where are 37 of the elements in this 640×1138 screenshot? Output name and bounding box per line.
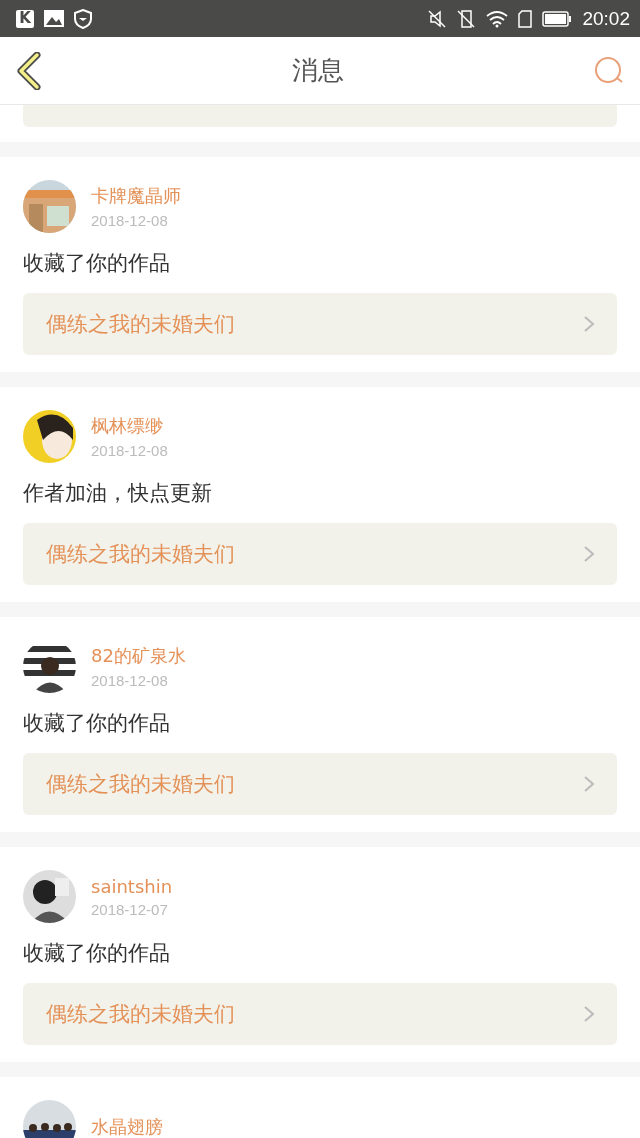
message-date: 2018-12-08	[91, 212, 169, 229]
wifi-icon	[486, 9, 509, 28]
work-title: 偶练之我的未婚夫们	[46, 311, 235, 338]
image-icon	[44, 10, 64, 27]
shield-icon	[74, 8, 92, 29]
user-name[interactable]: 82的矿泉水	[91, 644, 186, 668]
message-date: 2018-12-08	[91, 442, 168, 459]
chevron-right-icon	[583, 545, 595, 563]
work-link[interactable]: 偶练之我的未婚夫们	[23, 293, 617, 355]
message-date: 2018-12-07	[91, 900, 169, 918]
work-title: 偶练之我的未婚夫们	[46, 1001, 235, 1028]
app-notification-icon: K	[16, 9, 34, 28]
user-name[interactable]: 卡牌魔晶师	[91, 184, 181, 208]
work-link[interactable]: 偶练之我的未婚夫们	[23, 753, 617, 815]
vibrate-off-icon	[456, 8, 477, 29]
sim-card-icon	[518, 9, 533, 28]
work-title: 偶练之我的未婚夫们	[46, 771, 235, 798]
mute-icon	[428, 9, 447, 28]
message-text: 收藏了你的作品	[23, 250, 171, 277]
message-text: 收藏了你的作品	[23, 940, 171, 967]
back-icon[interactable]	[16, 51, 42, 90]
battery-icon	[542, 10, 573, 27]
work-title: 偶练之我的未婚夫们	[46, 541, 235, 568]
chevron-right-icon	[583, 775, 595, 793]
message-text: 作者加油，快点更新	[23, 480, 213, 507]
user-name[interactable]: 水晶翅膀	[91, 1114, 163, 1138]
search-icon[interactable]	[594, 55, 624, 86]
chevron-right-icon	[583, 1005, 595, 1023]
status-time: 20:02	[582, 7, 630, 30]
user-name[interactable]: saintshin	[91, 875, 173, 897]
work-link[interactable]: 偶练之我的未婚夫们	[23, 523, 617, 585]
message-date: 2018-12-08	[91, 672, 169, 689]
user-name[interactable]: 枫林缥缈	[91, 414, 168, 438]
page-title: 消息	[292, 54, 344, 87]
work-link[interactable]: 偶练之我的未婚夫们	[23, 983, 617, 1045]
chevron-right-icon	[583, 315, 595, 333]
message-text: 收藏了你的作品	[23, 710, 171, 737]
